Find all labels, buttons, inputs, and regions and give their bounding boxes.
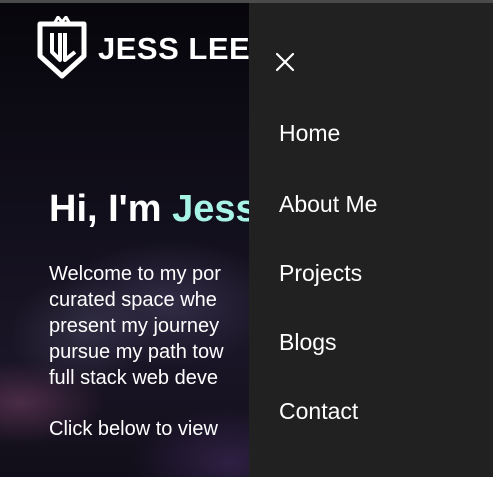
intro-line: curated space whe <box>49 289 217 311</box>
greeting-name: Jess <box>172 188 257 230</box>
close-menu-button[interactable] <box>269 46 301 78</box>
intro-line: pursue my path tow <box>49 341 224 363</box>
close-icon <box>275 52 295 72</box>
site-logo[interactable]: JESS LEE <box>36 16 250 80</box>
intro-line: full stack web deve <box>49 367 218 389</box>
nav-item-projects[interactable]: Projects <box>279 258 362 288</box>
jl-shield-logo-icon <box>37 16 87 79</box>
nav-item-contact[interactable]: Contact <box>279 396 358 426</box>
hero-cta-text: Click below to view <box>49 418 218 440</box>
brand-name: JESS LEE <box>98 30 251 66</box>
hero-greeting: Hi, I'm Jess <box>49 188 257 231</box>
intro-line: Welcome to my por <box>49 263 221 285</box>
nav-item-about-me[interactable]: About Me <box>279 189 377 219</box>
intro-line: present my journey <box>49 315 220 337</box>
nav-item-home[interactable]: Home <box>279 118 340 148</box>
greeting-prefix: Hi, I'm <box>49 188 173 230</box>
mobile-nav-drawer: Home About Me Projects Blogs Contact <box>249 3 493 477</box>
nav-item-blogs[interactable]: Blogs <box>279 327 337 357</box>
